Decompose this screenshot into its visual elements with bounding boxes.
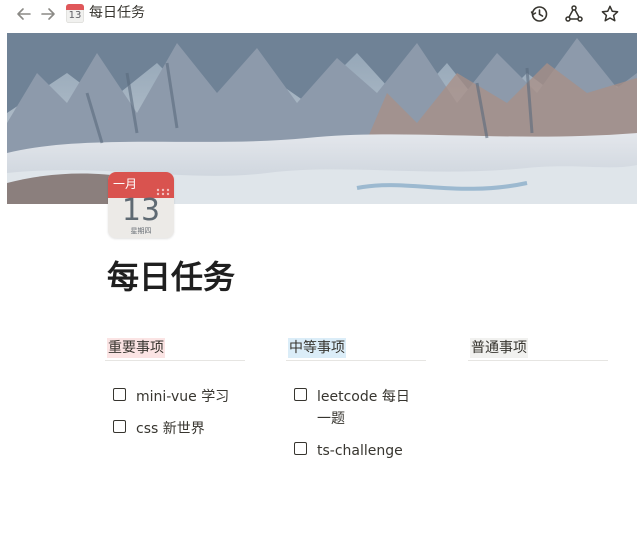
mini-calendar-day: 13	[68, 10, 82, 21]
page-calendar-icon[interactable]: 一月 13 星期四	[108, 172, 174, 238]
todo-text[interactable]: mini-vue 学习	[136, 386, 246, 408]
column-title[interactable]: 中等事项	[288, 338, 346, 358]
page-title[interactable]: 每日任务	[107, 257, 235, 297]
calendar-weekday: 星期四	[130, 227, 152, 235]
checkbox[interactable]	[113, 388, 126, 401]
column-header: 重要事项	[105, 336, 245, 361]
cover-image[interactable]	[7, 33, 637, 204]
todo-text[interactable]: leetcode 每日一题	[317, 386, 423, 430]
calendar-day: 13	[121, 193, 161, 228]
column-title[interactable]: 重要事项	[107, 338, 165, 358]
checkbox[interactable]	[294, 388, 307, 401]
todo-text[interactable]: css 新世界	[136, 418, 246, 440]
column-normal: 普通事项	[468, 336, 608, 361]
checkbox[interactable]	[294, 442, 307, 455]
column-header: 普通事项	[468, 336, 608, 361]
calendar-month: 一月	[113, 177, 138, 191]
breadcrumb-title[interactable]: 每日任务	[89, 5, 145, 21]
column-medium: 中等事项 leetcode 每日一题 ts-challenge	[286, 336, 426, 459]
history-icon[interactable]	[529, 4, 549, 24]
back-arrow-icon[interactable]	[14, 4, 34, 24]
column-header: 中等事项	[286, 336, 426, 361]
share-icon[interactable]	[564, 4, 584, 24]
page-calendar-icon-small: 13	[66, 4, 84, 23]
star-icon[interactable]	[600, 4, 620, 24]
column-title[interactable]: 普通事项	[470, 338, 528, 358]
checkbox[interactable]	[113, 420, 126, 433]
forward-arrow-icon[interactable]	[38, 4, 58, 24]
column-important: 重要事项 mini-vue 学习 css 新世界	[105, 336, 245, 437]
todo-text[interactable]: ts-challenge	[317, 440, 427, 462]
calendar-dots-icon	[156, 181, 170, 196]
top-bar: 13 每日任务	[0, 0, 637, 28]
